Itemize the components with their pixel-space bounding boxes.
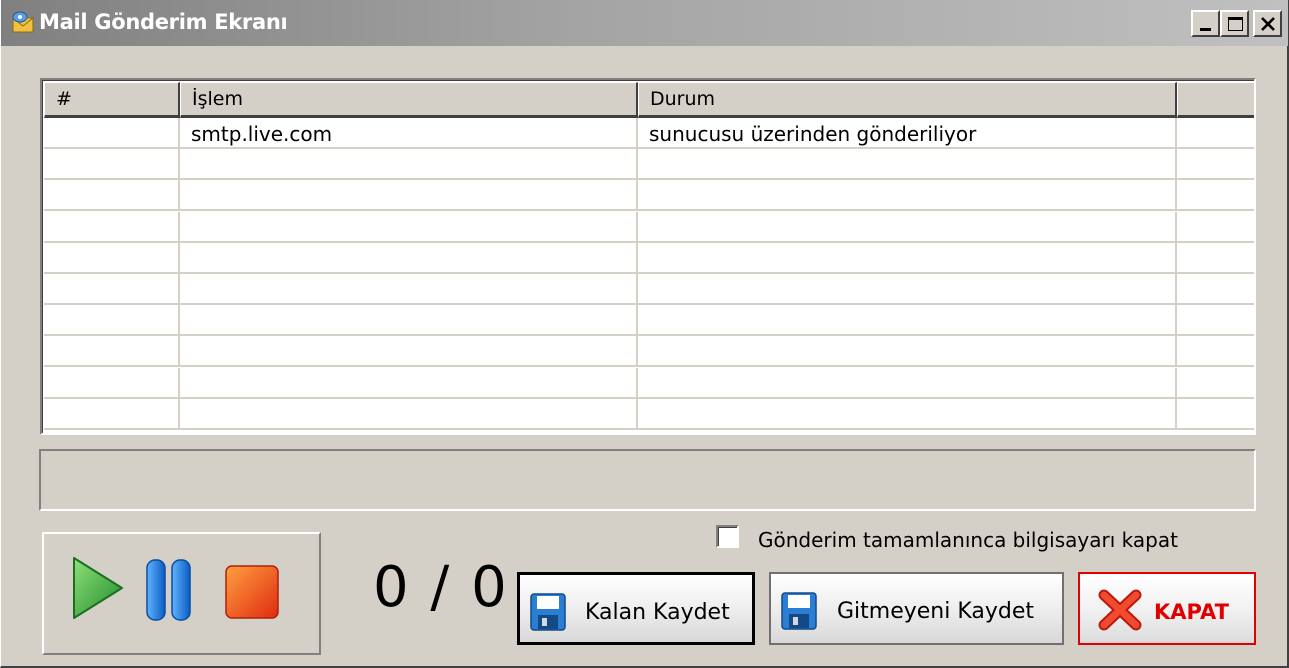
operation-cell[interactable]	[180, 398, 638, 428]
shutdown-checkbox[interactable]	[716, 525, 739, 548]
status-cell[interactable]	[638, 367, 1177, 397]
table-row[interactable]	[44, 398, 1254, 430]
status-cell[interactable]: sunucusu üzerinden gönderiliyor	[638, 118, 1177, 147]
operation-cell[interactable]	[180, 180, 638, 210]
operation-cell[interactable]: smtp.live.com	[180, 118, 638, 147]
row-number-cell[interactable]	[44, 211, 180, 241]
operation-cell[interactable]	[180, 367, 638, 397]
grid-header: # İşlem Durum	[44, 82, 1254, 118]
column-header-status[interactable]: Durum	[638, 82, 1177, 118]
minimize-button[interactable]	[1191, 10, 1220, 37]
maximize-button[interactable]	[1220, 10, 1249, 37]
table-row[interactable]	[44, 242, 1254, 274]
extra-cell[interactable]	[1177, 180, 1254, 209]
play-icon[interactable]	[70, 554, 126, 626]
column-header-extra[interactable]	[1177, 82, 1254, 118]
operation-cell[interactable]	[180, 336, 638, 366]
extra-cell[interactable]	[1177, 399, 1254, 428]
status-cell[interactable]	[638, 242, 1177, 272]
table-row[interactable]	[44, 149, 1254, 181]
close-button-label: KAPAT	[1154, 600, 1229, 624]
operation-cell[interactable]	[180, 242, 638, 272]
table-row[interactable]	[44, 180, 1254, 212]
status-cell[interactable]	[638, 274, 1177, 303]
status-cell[interactable]	[638, 211, 1177, 241]
title-bar[interactable]: Mail Gönderim Ekranı	[1, 0, 1288, 46]
floppy-disk-icon	[530, 593, 566, 635]
extra-cell[interactable]	[1177, 368, 1254, 397]
shutdown-checkbox-label[interactable]: Gönderim tamamlanınca bilgisayarı kapat	[758, 528, 1178, 552]
save-remaining-label: Kalan Kaydet	[585, 600, 730, 625]
status-cell[interactable]	[638, 398, 1177, 428]
progress-counter: 0 / 0	[373, 555, 509, 620]
minimize-icon	[1200, 28, 1211, 31]
floppy-disk-icon	[781, 592, 817, 634]
row-number-cell[interactable]	[44, 336, 180, 366]
status-cell[interactable]	[638, 305, 1177, 335]
row-number-cell[interactable]	[44, 367, 180, 397]
extra-cell[interactable]	[1177, 212, 1254, 241]
row-number-cell[interactable]	[44, 274, 180, 303]
pause-icon[interactable]	[145, 558, 193, 626]
column-header-number[interactable]: #	[44, 82, 180, 118]
extra-cell[interactable]	[1177, 336, 1254, 365]
table-row[interactable]	[44, 336, 1254, 368]
save-remaining-button[interactable]: Kalan Kaydet	[517, 572, 755, 645]
close-button[interactable]: KAPAT	[1078, 572, 1256, 645]
operation-cell[interactable]	[180, 274, 638, 303]
row-number-cell[interactable]	[44, 149, 180, 179]
operation-cell[interactable]	[180, 149, 638, 179]
extra-cell[interactable]	[1177, 274, 1254, 303]
operation-cell[interactable]	[180, 211, 638, 241]
table-row[interactable]: smtp.live.com sunucusu üzerinden gönderil…	[44, 118, 1254, 149]
status-cell[interactable]	[638, 180, 1177, 210]
row-number-cell[interactable]	[44, 180, 180, 210]
operation-cell[interactable]	[180, 305, 638, 335]
row-number-cell[interactable]	[44, 398, 180, 428]
table-row[interactable]	[44, 367, 1254, 399]
mail-envelope-icon	[11, 10, 37, 34]
mail-send-window: Mail Gönderim Ekranı # İşlem Durum smtp.…	[0, 0, 1289, 668]
table-row[interactable]	[44, 211, 1254, 243]
row-number-cell[interactable]	[44, 305, 180, 335]
maximize-icon	[1228, 17, 1243, 31]
status-cell[interactable]	[638, 336, 1177, 366]
extra-cell[interactable]	[1177, 305, 1254, 334]
close-window-button[interactable]	[1253, 10, 1282, 37]
row-number-cell[interactable]	[44, 118, 180, 147]
stop-icon[interactable]	[224, 564, 280, 624]
close-icon	[1261, 17, 1275, 31]
window-title: Mail Gönderim Ekranı	[39, 10, 288, 34]
extra-cell[interactable]	[1177, 149, 1254, 178]
extra-cell[interactable]	[1177, 243, 1254, 272]
status-cell[interactable]	[638, 149, 1177, 179]
playback-controls-panel	[42, 532, 321, 655]
save-unsent-label: Gitmeyeni Kaydet	[837, 599, 1035, 624]
status-panel	[39, 449, 1256, 511]
table-row[interactable]	[44, 305, 1254, 337]
mail-log-grid[interactable]: # İşlem Durum smtp.live.com sunucusu üzer…	[40, 78, 1256, 435]
extra-cell[interactable]	[1177, 118, 1254, 147]
red-x-icon	[1098, 589, 1142, 635]
save-unsent-button[interactable]: Gitmeyeni Kaydet	[769, 572, 1064, 645]
table-row[interactable]	[44, 274, 1254, 305]
column-header-operation[interactable]: İşlem	[180, 82, 638, 118]
row-number-cell[interactable]	[44, 242, 180, 272]
